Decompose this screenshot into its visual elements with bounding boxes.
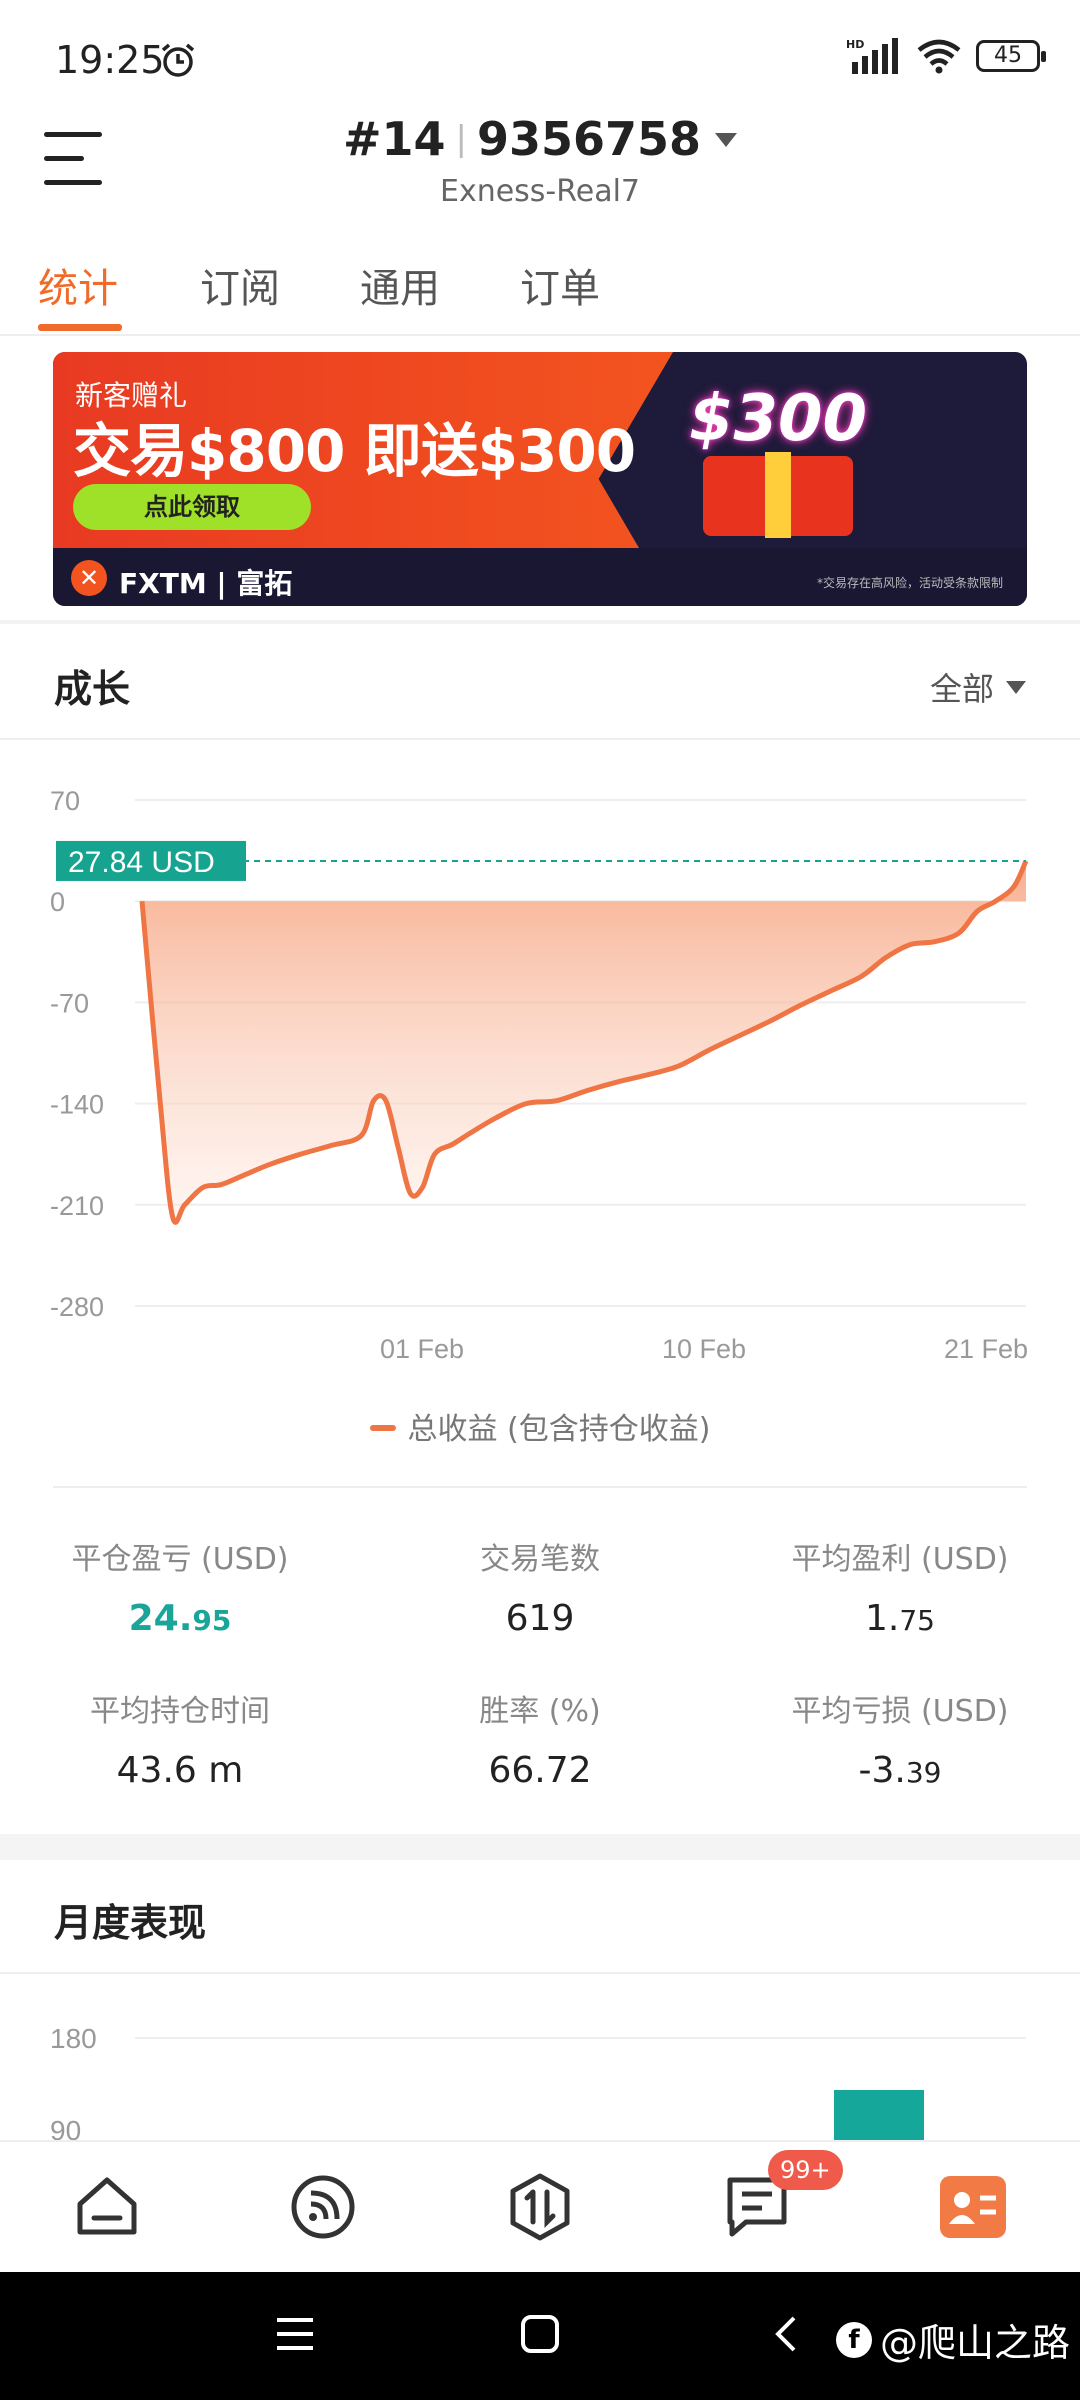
back-icon[interactable] xyxy=(770,2314,800,2354)
x-tick-label: 10 Feb xyxy=(662,1334,746,1360)
stat-value-decimal: 75 xyxy=(899,1604,935,1637)
stat-value: -3.39 xyxy=(720,1750,1080,1791)
banner-cta-button[interactable]: 点此领取 xyxy=(73,484,311,530)
tab-bar: 统计 订阅 通用 订单 xyxy=(0,250,1080,336)
alarm-icon xyxy=(161,43,195,77)
stat-value-main: -3. xyxy=(858,1750,906,1791)
tab-orders[interactable]: 订单 xyxy=(520,256,600,314)
monthly-bar xyxy=(834,2090,924,2140)
divider xyxy=(0,738,1080,740)
divider xyxy=(53,1486,1027,1488)
account-number: 9356758 xyxy=(476,112,702,166)
stat-label: 胜率 (%) xyxy=(479,1694,601,1729)
stat-value-main: 24. xyxy=(128,1598,193,1639)
monthly-title: 月度表现 xyxy=(54,1901,207,1945)
feed-icon[interactable] xyxy=(288,2172,358,2242)
banner-headline: 交易$800 即送$300 xyxy=(73,417,636,485)
growth-title: 成长 xyxy=(54,667,131,711)
stat-item: 胜率 (%) 66.72 xyxy=(360,1686,720,1791)
stat-value-main: 66.72 xyxy=(488,1750,592,1791)
stat-value-decimal: 95 xyxy=(192,1604,232,1637)
y-tick-label: 70 xyxy=(50,786,80,816)
stat-value: 24.95 xyxy=(0,1598,360,1639)
stat-item: 平仓盈亏 (USD) 24.95 xyxy=(0,1534,360,1639)
messages-badge: 99+ xyxy=(768,2150,843,2190)
stat-value-main: 619 xyxy=(505,1598,575,1639)
chart-legend[interactable]: 总收益 (包含持仓收益) xyxy=(0,1404,1080,1448)
chevron-down-icon xyxy=(1006,681,1026,694)
status-time: 19:25 xyxy=(55,38,165,82)
y-tick-label: -280 xyxy=(50,1292,104,1322)
home-button-icon[interactable] xyxy=(520,2314,560,2354)
banner-brand: FXTM | 富拓 xyxy=(119,567,293,600)
growth-filter-dropdown[interactable]: 全部 xyxy=(930,664,1026,710)
network-label: HD xyxy=(846,38,864,51)
stat-label: 平均持仓时间 xyxy=(90,1694,270,1729)
tab-active-indicator xyxy=(38,324,122,331)
stat-value: 43.6 m xyxy=(0,1750,360,1791)
stat-value: 619 xyxy=(360,1598,720,1639)
home-icon[interactable] xyxy=(72,2172,142,2242)
monthly-ytick: 180 xyxy=(50,2023,97,2054)
tab-subscribe[interactable]: 订阅 xyxy=(200,256,280,314)
stat-item: 平均持仓时间 43.6 m xyxy=(0,1686,360,1791)
growth-filter-label: 全部 xyxy=(929,670,994,708)
stat-value-decimal: 39 xyxy=(905,1756,942,1789)
y-tick-label: -140 xyxy=(50,1090,104,1120)
current-value-label: 27.84 USD xyxy=(68,846,215,879)
banner-disclaimer: *交易存在高风险，活动受条款限制 xyxy=(816,576,1003,590)
account-selector[interactable]: #14 | 9356758 xyxy=(0,112,1080,166)
profile-icon[interactable] xyxy=(938,2172,1008,2242)
monthly-ytick: 90 xyxy=(50,2115,81,2140)
watermark-logo-icon: f xyxy=(835,2321,872,2358)
stat-value-main: 1. xyxy=(865,1598,900,1639)
status-icons: HD 45 xyxy=(846,36,1046,76)
watermark: f @爬山之路 xyxy=(835,2312,1070,2367)
legend-label: 总收益 (包含持仓收益) xyxy=(407,1412,711,1447)
watermark-text: @爬山之路 xyxy=(879,2321,1070,2365)
promo-banner[interactable]: 新客赠礼 交易$800 即送$300 点此领取 $300 ✕ FXTM | 富拓… xyxy=(53,352,1027,606)
y-tick-label: -70 xyxy=(50,988,89,1018)
stat-item: 平均亏损 (USD) -3.39 xyxy=(720,1686,1080,1791)
y-tick-label: 0 xyxy=(50,887,65,917)
bottom-nav xyxy=(0,2140,1080,2272)
stat-item: 交易笔数 619 xyxy=(360,1534,720,1639)
signal-icon: HD xyxy=(846,38,898,74)
tab-general[interactable]: 通用 xyxy=(360,256,440,314)
trade-icon[interactable] xyxy=(505,2172,575,2242)
legend-swatch xyxy=(369,1425,396,1431)
fxtm-logo-icon: ✕ xyxy=(71,560,107,596)
account-server: Exness-Real7 xyxy=(439,174,641,209)
chevron-down-icon xyxy=(715,133,738,147)
stat-value: 1.75 xyxy=(720,1598,1080,1639)
gift-box-image: $300 xyxy=(673,372,883,542)
x-tick-label: 21 Feb xyxy=(944,1334,1028,1360)
status-bar: 19:25 HD 45 xyxy=(0,0,1080,120)
battery-indicator: 45 xyxy=(976,40,1046,72)
stat-label: 平均亏损 (USD) xyxy=(791,1694,1009,1729)
growth-chart[interactable]: 27.84 USD 70 0 -70 -140 -210 -280 01 Feb 10 Fe… xyxy=(0,760,1080,1360)
stat-label: 平仓盈亏 (USD) xyxy=(71,1542,289,1577)
x-tick-label: 01 Feb xyxy=(380,1334,464,1360)
growth-area xyxy=(142,860,1026,1223)
gift-label: $300 xyxy=(688,382,868,456)
stat-value: 66.72 xyxy=(360,1750,720,1791)
wifi-icon xyxy=(917,39,961,74)
tab-statistics[interactable]: 统计 xyxy=(38,256,118,314)
monthly-chart[interactable]: 180 90 xyxy=(0,1990,1080,2140)
section-divider xyxy=(0,620,1080,624)
stat-item: 平均盈利 (USD) 1.75 xyxy=(720,1534,1080,1639)
system-nav-bar: f @爬山之路 xyxy=(0,2272,1080,2400)
recents-icon[interactable] xyxy=(275,2314,315,2354)
stat-label: 交易笔数 xyxy=(480,1542,600,1577)
account-prefix: #14 xyxy=(342,112,446,166)
stat-label: 平均盈利 (USD) xyxy=(791,1542,1009,1577)
section-divider xyxy=(0,1834,1080,1860)
y-tick-label: -210 xyxy=(50,1191,104,1221)
stat-value-main: 43.6 m xyxy=(116,1750,244,1791)
divider xyxy=(0,1972,1080,1974)
